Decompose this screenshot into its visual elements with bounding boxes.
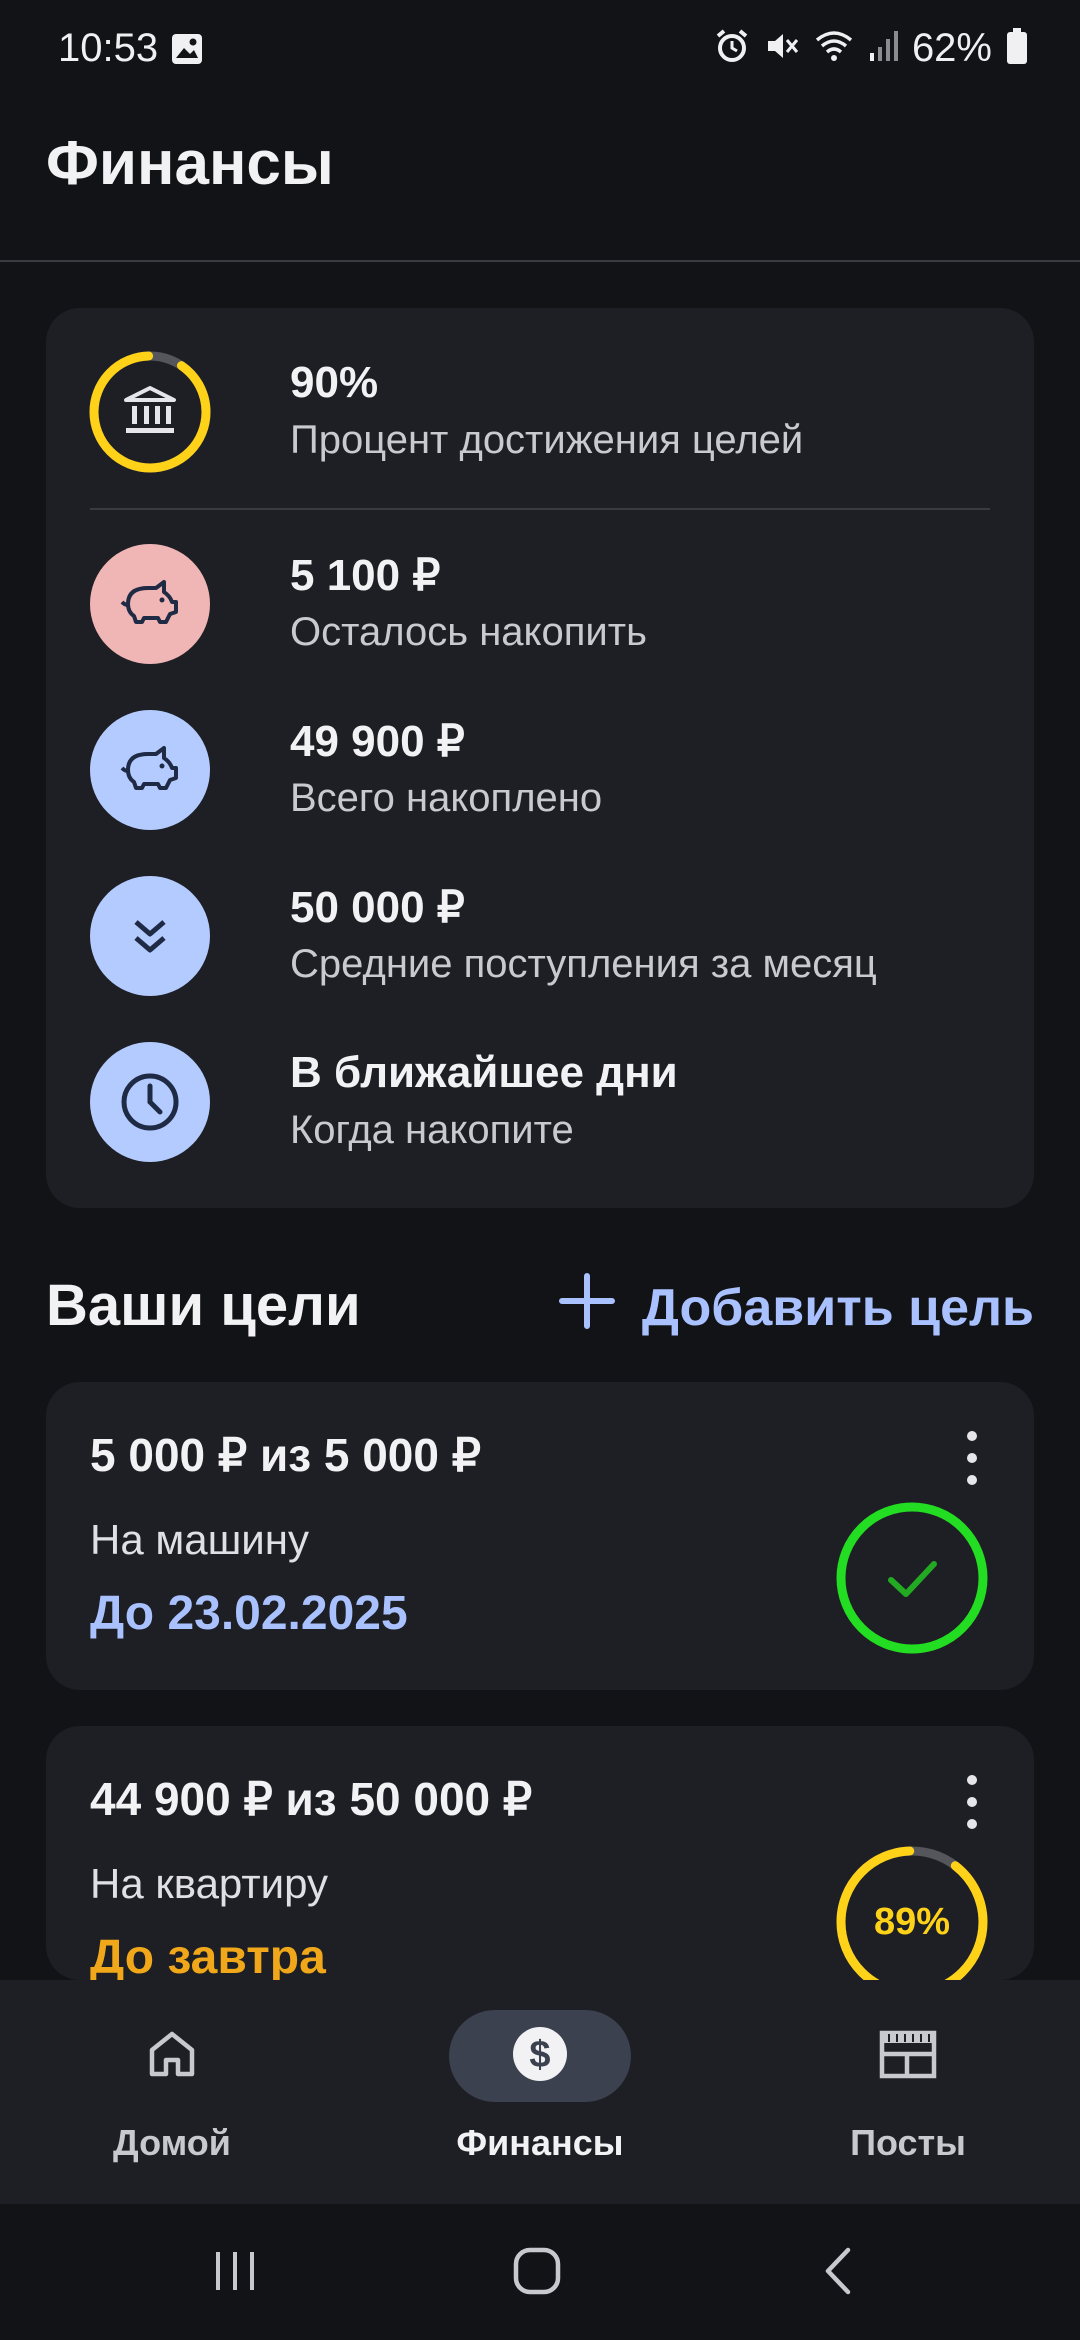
total-saved-label: Всего накоплено	[290, 776, 603, 820]
avg-income-row: 50 000 ₽ Средние поступления за месяц	[90, 876, 990, 1000]
status-time: 10:53	[58, 26, 159, 70]
nav-home[interactable]: Домой	[22, 2010, 322, 2180]
goal-complete-ring	[834, 1500, 990, 1656]
goal-card[interactable]: 5 000 ₽ из 5 000 ₽ На машину До 23.02.20…	[46, 1382, 1034, 1690]
wifi-icon	[814, 28, 854, 69]
plus-icon	[558, 1272, 616, 1343]
goal-percent-value: 90%	[290, 358, 379, 407]
goal-percent-ring	[89, 351, 211, 473]
double-chevron-down-icon	[90, 876, 210, 996]
svg-text:$: $	[529, 2034, 550, 2076]
goal-name: На машину	[90, 1516, 309, 1563]
goal-percent-label: Процент достижения целей	[290, 418, 804, 462]
goal-percent-text: 89%	[874, 1901, 950, 1943]
bank-icon	[122, 384, 178, 441]
battery-percent: 62%	[911, 26, 992, 70]
total-saved-value: 49 900 ₽	[290, 717, 465, 766]
home-icon	[146, 2028, 198, 2085]
summary-card: 90% Процент достижения целей 5 100 ₽ Ост…	[46, 308, 1034, 1208]
dollar-icon: $	[511, 2025, 569, 2088]
add-goal-button[interactable]: Добавить цель	[558, 1272, 1034, 1343]
avg-income-label: Средние поступления за месяц	[290, 942, 877, 986]
goal-deadline: До завтра	[90, 1931, 326, 1980]
goal-card[interactable]: 44 900 ₽ из 50 000 ₽ На квартиру До завт…	[46, 1726, 1034, 1980]
newspaper-icon	[879, 2028, 937, 2085]
alarm-icon	[714, 28, 750, 69]
avg-income-value: 50 000 ₽	[290, 883, 465, 932]
bottom-navigation: Домой $ Финансы Посты	[0, 1980, 1080, 2204]
nav-finance-label: Финансы	[456, 2122, 624, 2163]
goal-name: На квартиру	[90, 1860, 328, 1907]
goal-amount: 5 000 ₽ из 5 000 ₽	[90, 1429, 482, 1481]
nav-posts[interactable]: Посты	[758, 2010, 1058, 2180]
clock-icon	[90, 1042, 210, 1162]
eta-label: Когда накопите	[290, 1108, 574, 1152]
remaining-row: 5 100 ₽ Осталось накопить	[90, 544, 990, 668]
eta-value: В ближайшее дни	[290, 1048, 678, 1097]
total-saved-row: 49 900 ₽ Всего накоплено	[90, 710, 990, 834]
goal-percent-row: 90% Процент достижения целей	[89, 351, 990, 476]
back-icon[interactable]	[820, 2246, 856, 2301]
status-bar: 10:53 62%	[0, 0, 1080, 104]
recent-apps-icon[interactable]	[212, 2248, 258, 2299]
status-right: 62%	[714, 26, 1028, 71]
mute-icon	[764, 28, 800, 69]
nav-finance[interactable]: $ Финансы	[390, 2010, 690, 2180]
remaining-label: Осталось накопить	[290, 610, 647, 654]
add-goal-label: Добавить цель	[641, 1278, 1034, 1337]
more-vert-icon[interactable]	[962, 1772, 982, 1832]
system-navigation-bar	[0, 2204, 1080, 2340]
remaining-value: 5 100 ₽	[290, 551, 441, 600]
check-icon	[888, 1561, 937, 1597]
piggy-bank-icon	[90, 544, 210, 664]
more-vert-icon[interactable]	[962, 1428, 982, 1488]
eta-row: В ближайшее дни Когда накопите	[90, 1042, 990, 1166]
nav-home-label: Домой	[113, 2122, 231, 2163]
summary-divider	[90, 508, 990, 510]
signal-icon	[868, 29, 898, 68]
home-button-icon[interactable]	[512, 2246, 562, 2301]
nav-posts-label: Посты	[850, 2122, 966, 2163]
goal-amount: 44 900 ₽ из 50 000 ₽	[90, 1773, 533, 1825]
goal-progress-ring: 89%	[834, 1844, 990, 1980]
goals-section-title: Ваши цели	[46, 1273, 361, 1338]
header-divider	[0, 260, 1080, 262]
page-title: Финансы	[46, 129, 334, 198]
goal-deadline: До 23.02.2025	[90, 1587, 408, 1640]
piggy-bank-icon	[90, 710, 210, 830]
gallery-notification-icon	[170, 32, 204, 71]
battery-icon	[1006, 27, 1028, 70]
